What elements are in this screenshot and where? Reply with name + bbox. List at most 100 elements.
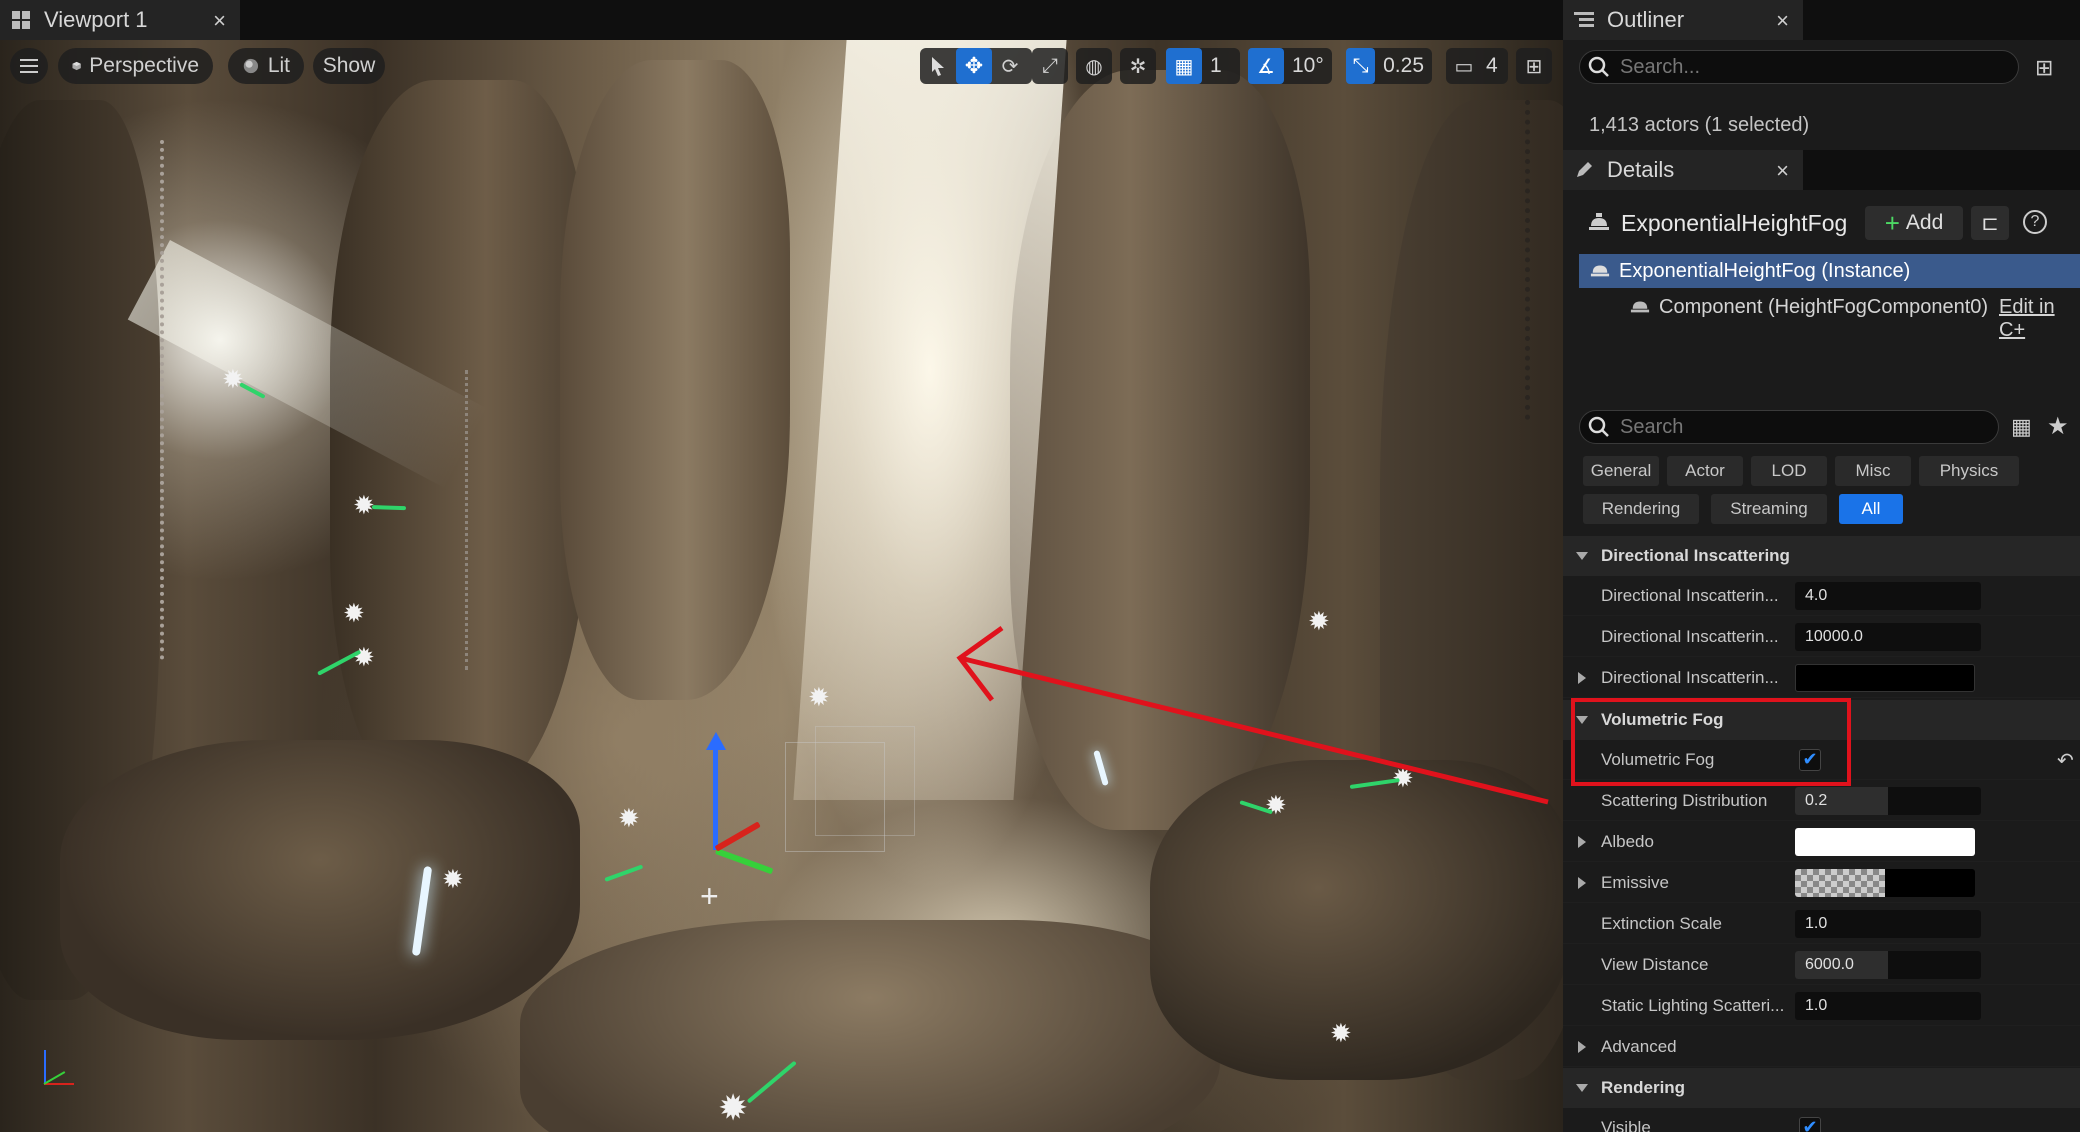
annotation-arrow <box>956 625 1549 805</box>
expand-arrow-icon[interactable] <box>1578 1040 1586 1053</box>
rotation-snap-toggle[interactable]: ∡ <box>1248 48 1284 84</box>
property-row: Albedo <box>1563 822 2080 862</box>
property-row: Directional Inscatterin... 4.0 <box>1563 576 2080 616</box>
light-actor-icon[interactable]: ✹ <box>618 805 640 831</box>
chain-right <box>1525 100 1533 420</box>
add-component-button[interactable]: + Add <box>1865 206 1963 240</box>
filter-physics[interactable]: Physics <box>1919 456 2019 486</box>
cursor-icon <box>932 57 944 76</box>
surface-snap-button[interactable]: ✲ <box>1120 48 1156 84</box>
rock-pillar-center <box>560 60 790 700</box>
filter-general[interactable]: General <box>1583 456 1659 486</box>
select-tool-button[interactable] <box>920 48 956 84</box>
filter-lod[interactable]: LOD <box>1751 456 1827 486</box>
details-search-input[interactable]: Search <box>1579 410 1999 444</box>
gizmo-z-axis[interactable] <box>713 740 718 850</box>
fog-component-icon <box>1629 296 1651 321</box>
tab-outliner[interactable]: Outliner × <box>1563 0 1803 40</box>
scale-tool-wrap: ⤢ <box>1032 48 1068 84</box>
hamburger-icon <box>20 59 38 73</box>
gizmo-y-axis[interactable] <box>714 848 774 875</box>
light-actor-icon[interactable]: ✹ <box>442 866 464 892</box>
help-icon[interactable]: ? <box>2023 210 2047 234</box>
volume-wireframe-back <box>815 726 915 836</box>
close-icon[interactable]: × <box>1776 8 1789 34</box>
slider-input[interactable]: 0.2 <box>1795 786 1981 815</box>
viewport-layout-button[interactable]: ⊞ <box>1516 48 1552 84</box>
color-swatch[interactable] <box>1795 663 1975 692</box>
level-viewport[interactable]: ✹ ✹ ✹ ✹ ✹ ✹ ✹ ✹ ✹ ✹ ✹ ✹ + Perspective Li… <box>0 40 1563 1132</box>
chain-left <box>160 140 168 660</box>
light-actor-icon[interactable]: ✹ <box>718 1090 748 1126</box>
expand-arrow-icon[interactable] <box>1578 671 1586 684</box>
property-label: Emissive <box>1601 872 1670 892</box>
world-space-wrap: ◍ <box>1076 48 1112 84</box>
expand-arrow-icon[interactable] <box>1578 835 1586 848</box>
surface-snap-wrap: ✲ <box>1120 48 1156 84</box>
rock-floor-center <box>520 920 1220 1132</box>
scale-snap-value[interactable]: 0.25 <box>1375 54 1432 78</box>
property-row: Directional Inscatterin... 10000.0 <box>1563 617 2080 657</box>
section-rendering[interactable]: Rendering <box>1563 1068 2080 1108</box>
color-swatch[interactable] <box>1795 827 1975 856</box>
tab-details[interactable]: Details × <box>1563 150 1803 190</box>
rotate-tool-button[interactable]: ⟳ <box>992 48 1028 84</box>
close-icon[interactable]: × <box>213 8 226 34</box>
numeric-input[interactable]: 1.0 <box>1795 909 1981 938</box>
translate-tool-button[interactable]: ✥ <box>956 48 992 84</box>
outliner-search-input[interactable]: Search... <box>1579 50 2019 84</box>
property-label: Visible <box>1601 1117 1651 1132</box>
light-actor-icon[interactable]: ✹ <box>222 366 244 392</box>
numeric-value: 4.0 <box>1805 586 1828 604</box>
world-space-button[interactable]: ◍ <box>1076 48 1112 84</box>
filter-all[interactable]: All <box>1839 494 1903 524</box>
grid-snap-toggle[interactable]: ▦ <box>1166 48 1202 84</box>
globe-icon: ◍ <box>1085 55 1103 78</box>
blueprint-button[interactable]: ⊏ <box>1971 206 2009 240</box>
scale-snap-toggle[interactable]: ⤡ <box>1346 48 1376 84</box>
slider-value: 0.2 <box>1805 791 1828 809</box>
gizmo-x-axis[interactable] <box>714 821 761 852</box>
light-actor-icon[interactable]: ✹ <box>1330 1020 1352 1046</box>
light-actor-icon[interactable]: ✹ <box>353 644 375 670</box>
property-row: Static Lighting Scatteri... 1.0 <box>1563 986 2080 1026</box>
filter-actor[interactable]: Actor <box>1667 456 1743 486</box>
component-instance-row[interactable]: ExponentialHeightFog (Instance) <box>1579 254 2080 288</box>
light-actor-icon[interactable]: ✹ <box>343 600 365 626</box>
viewport-menu-button[interactable] <box>10 48 48 84</box>
component-row[interactable]: Component (HeightFogComponent0) Edit in … <box>1579 290 2080 341</box>
perspective-button[interactable]: Perspective <box>58 48 213 84</box>
star-icon[interactable]: ★ <box>2047 412 2069 441</box>
rotation-snap-value[interactable]: 10° <box>1284 54 1332 78</box>
light-actor-icon[interactable]: ✹ <box>808 684 830 710</box>
tab-viewport-1[interactable]: Viewport 1 × <box>0 0 240 40</box>
checkmark-icon: ✔ <box>1802 1117 1818 1132</box>
property-matrix-icon[interactable]: ▦ <box>2011 414 2032 440</box>
advanced-row[interactable]: Advanced <box>1563 1027 2080 1067</box>
numeric-input[interactable]: 1.0 <box>1795 991 1981 1020</box>
scale-tool-button[interactable]: ⤢ <box>1032 48 1068 84</box>
numeric-input[interactable]: 4.0 <box>1795 581 1981 610</box>
expand-arrow-icon[interactable] <box>1578 876 1586 889</box>
camera-speed-value[interactable]: 4 <box>1482 54 1502 78</box>
numeric-input[interactable]: 10000.0 <box>1795 622 1981 651</box>
edit-in-cpp-link[interactable]: Edit in C+ <box>1999 296 2080 342</box>
color-swatch[interactable] <box>1795 868 1975 897</box>
camera-speed-button[interactable]: ▭ <box>1446 48 1482 84</box>
section-directional-inscattering[interactable]: Directional Inscattering <box>1563 536 2080 576</box>
filter-streaming[interactable]: Streaming <box>1711 494 1827 524</box>
pencil-icon <box>1573 159 1595 181</box>
close-icon[interactable]: × <box>1776 158 1789 184</box>
show-button[interactable]: Show <box>313 48 385 84</box>
add-folder-icon[interactable]: ⊞ <box>2035 55 2053 81</box>
filter-misc[interactable]: Misc <box>1835 456 1911 486</box>
grid-snap-value[interactable]: 1 <box>1202 54 1230 78</box>
slider-input[interactable]: 6000.0 <box>1795 950 1981 979</box>
filter-rendering[interactable]: Rendering <box>1583 494 1699 524</box>
visible-checkbox[interactable]: ✔ <box>1799 1116 1821 1132</box>
slider-value: 6000.0 <box>1805 955 1854 973</box>
lit-button[interactable]: Lit <box>228 48 304 84</box>
collapse-arrow-icon <box>1576 552 1588 560</box>
reset-to-default-icon[interactable]: ↶ <box>2057 748 2074 773</box>
instance-label: ExponentialHeightFog (Instance) <box>1619 260 1911 282</box>
